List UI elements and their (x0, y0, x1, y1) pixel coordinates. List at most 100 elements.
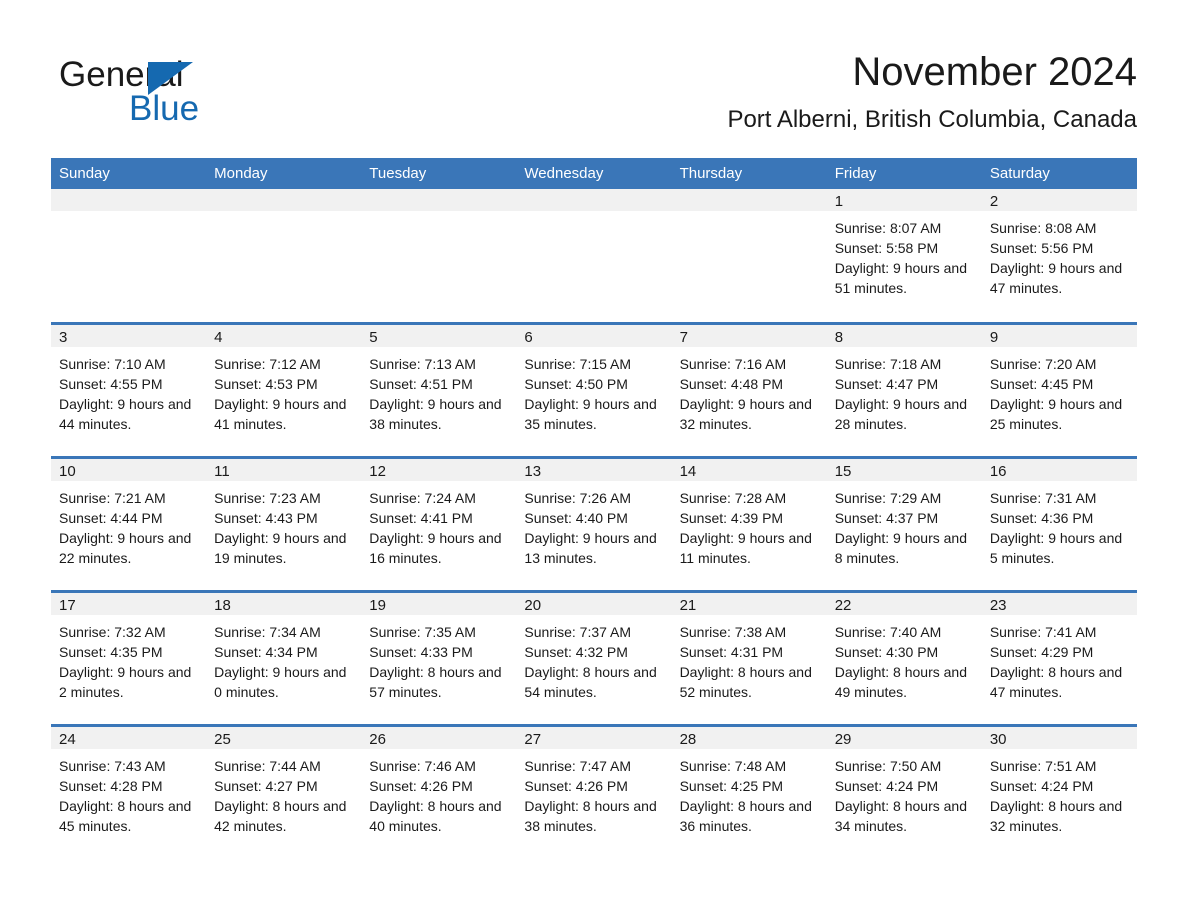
daylight-text: Daylight: 9 hours and 2 minutes. (59, 663, 192, 700)
daylight-text: Daylight: 8 hours and 32 minutes. (989, 797, 1123, 834)
weekday-header-sunday: Sunday (51, 158, 207, 189)
day-number: 20 (516, 592, 672, 615)
sunset-text: Sunset: 4:44 PM (59, 509, 163, 526)
day-number: 30 (981, 726, 1137, 749)
daylight-text: Daylight: 8 hours and 45 minutes. (59, 797, 192, 834)
weekday-header-wednesday: Wednesday (516, 158, 672, 189)
day-number: 2 (981, 189, 1137, 211)
day-cell[interactable]: 15 Sunrise: 7:29 AM Sunset: 4:37 PM Dayl… (826, 455, 982, 591)
day-cell[interactable]: 20 Sunrise: 7:37 AM Sunset: 4:32 PM Dayl… (516, 589, 672, 725)
day-cell[interactable]: 30 Sunrise: 7:51 AM Sunset: 4:24 PM Dayl… (981, 723, 1137, 859)
day-number: 29 (826, 726, 982, 749)
sunset-text: Sunset: 4:51 PM (369, 375, 473, 392)
day-number: 10 (51, 458, 207, 481)
day-cell[interactable]: 8 Sunrise: 7:18 AM Sunset: 4:47 PM Dayli… (826, 321, 982, 457)
daylight-text: Daylight: 9 hours and 41 minutes. (214, 395, 347, 432)
day-cell[interactable]: 29 Sunrise: 7:50 AM Sunset: 4:24 PM Dayl… (826, 723, 982, 859)
day-number: 9 (981, 324, 1137, 347)
day-cell[interactable]: 3 Sunrise: 7:10 AM Sunset: 4:55 PM Dayli… (51, 321, 207, 457)
logo-word-blue: Blue (129, 89, 200, 128)
calendar-week-row: 24 Sunrise: 7:43 AM Sunset: 4:28 PM Dayl… (51, 723, 1137, 859)
day-cell[interactable]: 13 Sunrise: 7:26 AM Sunset: 4:40 PM Dayl… (516, 455, 672, 591)
sunrise-text: Sunrise: 7:46 AM (369, 757, 476, 774)
sunrise-text: Sunrise: 7:43 AM (59, 757, 166, 774)
sunset-text: Sunset: 4:29 PM (989, 643, 1094, 660)
day-cell[interactable]: 14 Sunrise: 7:28 AM Sunset: 4:39 PM Dayl… (671, 455, 827, 591)
sunset-text: Sunset: 4:53 PM (214, 375, 318, 392)
day-cell[interactable]: 18 Sunrise: 7:34 AM Sunset: 4:34 PM Dayl… (206, 589, 362, 725)
day-cell[interactable]: 17 Sunrise: 7:32 AM Sunset: 4:35 PM Dayl… (51, 589, 207, 725)
day-number (206, 189, 362, 211)
sunrise-text: Sunrise: 7:31 AM (989, 489, 1097, 506)
sunrise-text: Sunrise: 7:47 AM (524, 757, 632, 774)
day-details: Sunrise: 7:31 AM Sunset: 4:36 PM Dayligh… (982, 481, 1137, 568)
day-number: 22 (826, 592, 982, 615)
day-number (361, 189, 517, 211)
day-cell[interactable]: 23 Sunrise: 7:41 AM Sunset: 4:29 PM Dayl… (981, 589, 1137, 725)
day-cell[interactable]: 4 Sunrise: 7:12 AM Sunset: 4:53 PM Dayli… (206, 321, 362, 457)
day-details: Sunrise: 7:13 AM Sunset: 4:51 PM Dayligh… (361, 347, 516, 434)
sunrise-text: Sunrise: 7:37 AM (524, 623, 632, 640)
day-cell[interactable]: 11 Sunrise: 7:23 AM Sunset: 4:43 PM Dayl… (206, 455, 362, 591)
calendar-week-row: 10 Sunrise: 7:21 AM Sunset: 4:44 PM Dayl… (51, 455, 1137, 591)
sunrise-text: Sunrise: 7:28 AM (679, 489, 787, 506)
sunset-text: Sunset: 4:31 PM (679, 643, 784, 660)
daylight-text: Daylight: 9 hours and 0 minutes. (214, 663, 347, 700)
day-number: 23 (981, 592, 1137, 615)
sunset-text: Sunset: 5:58 PM (834, 240, 939, 256)
day-cell[interactable]: 12 Sunrise: 7:24 AM Sunset: 4:41 PM Dayl… (361, 455, 517, 591)
sunrise-text: Sunrise: 7:23 AM (214, 489, 321, 506)
sunrise-text: Sunrise: 7:13 AM (369, 355, 476, 372)
day-details: Sunrise: 7:12 AM Sunset: 4:53 PM Dayligh… (206, 347, 361, 434)
day-cell[interactable]: 21 Sunrise: 7:38 AM Sunset: 4:31 PM Dayl… (671, 589, 827, 725)
daylight-text: Daylight: 9 hours and 25 minutes. (989, 395, 1123, 432)
sunrise-text: Sunrise: 7:50 AM (834, 757, 942, 774)
sunrise-text: Sunrise: 7:51 AM (989, 757, 1097, 774)
daylight-text: Daylight: 8 hours and 57 minutes. (369, 663, 502, 700)
page-subtitle: Port Alberni, British Columbia, Canada (727, 106, 1137, 133)
day-cell[interactable]: 22 Sunrise: 7:40 AM Sunset: 4:30 PM Dayl… (826, 589, 982, 725)
day-number: 5 (361, 324, 517, 347)
daylight-text: Daylight: 8 hours and 52 minutes. (679, 663, 812, 700)
day-cell[interactable]: 9 Sunrise: 7:20 AM Sunset: 4:45 PM Dayli… (981, 321, 1137, 457)
day-cell[interactable]: 28 Sunrise: 7:48 AM Sunset: 4:25 PM Dayl… (671, 723, 827, 859)
day-details: Sunrise: 7:37 AM Sunset: 4:32 PM Dayligh… (516, 615, 671, 702)
sunset-text: Sunset: 4:24 PM (834, 777, 939, 794)
daylight-text: Daylight: 9 hours and 5 minutes. (989, 529, 1123, 566)
day-number (51, 189, 207, 211)
weekday-header-tuesday: Tuesday (361, 158, 517, 189)
day-cell[interactable]: 25 Sunrise: 7:44 AM Sunset: 4:27 PM Dayl… (206, 723, 362, 859)
day-cell[interactable]: 10 Sunrise: 7:21 AM Sunset: 4:44 PM Dayl… (51, 455, 207, 591)
day-cell[interactable]: 24 Sunrise: 7:43 AM Sunset: 4:28 PM Dayl… (51, 723, 207, 859)
daylight-text: Daylight: 8 hours and 34 minutes. (834, 797, 968, 834)
sunset-text: Sunset: 4:35 PM (59, 643, 163, 660)
day-number: 6 (516, 324, 672, 347)
day-cell[interactable]: 2 Sunrise: 8:08 AM Sunset: 5:56 PM Dayli… (981, 189, 1137, 323)
day-details: Sunrise: 7:32 AM Sunset: 4:35 PM Dayligh… (51, 615, 206, 702)
sunrise-text: Sunrise: 7:34 AM (214, 623, 321, 640)
day-cell[interactable]: 26 Sunrise: 7:46 AM Sunset: 4:26 PM Dayl… (361, 723, 517, 859)
sunrise-text: Sunrise: 7:21 AM (59, 489, 166, 506)
day-cell[interactable]: 5 Sunrise: 7:13 AM Sunset: 4:51 PM Dayli… (361, 321, 517, 457)
day-cell[interactable]: 1 Sunrise: 8:07 AM Sunset: 5:58 PM Dayli… (826, 189, 982, 323)
sunset-text: Sunset: 4:40 PM (524, 509, 628, 526)
generalblue-logo[interactable]: General Blue (59, 55, 319, 130)
day-details: Sunrise: 7:26 AM Sunset: 4:40 PM Dayligh… (516, 481, 671, 568)
page-header: General Blue November 2024 Port Alberni,… (0, 0, 1188, 158)
day-cell[interactable]: 27 Sunrise: 7:47 AM Sunset: 4:26 PM Dayl… (516, 723, 672, 859)
sunrise-text: Sunrise: 7:29 AM (834, 489, 942, 506)
sunrise-text: Sunrise: 7:32 AM (59, 623, 166, 640)
day-details: Sunrise: 7:43 AM Sunset: 4:28 PM Dayligh… (51, 749, 206, 836)
day-details: Sunrise: 7:28 AM Sunset: 4:39 PM Dayligh… (672, 481, 827, 568)
day-cell[interactable]: 6 Sunrise: 7:15 AM Sunset: 4:50 PM Dayli… (516, 321, 672, 457)
day-details: Sunrise: 7:35 AM Sunset: 4:33 PM Dayligh… (361, 615, 516, 702)
day-cell-empty (671, 189, 827, 323)
daylight-text: Daylight: 9 hours and 8 minutes. (834, 529, 968, 566)
day-cell[interactable]: 16 Sunrise: 7:31 AM Sunset: 4:36 PM Dayl… (981, 455, 1137, 591)
calendar-header-row: Sunday Monday Tuesday Wednesday Thursday… (51, 158, 1137, 189)
day-details: Sunrise: 7:24 AM Sunset: 4:41 PM Dayligh… (361, 481, 516, 568)
day-details: Sunrise: 7:47 AM Sunset: 4:26 PM Dayligh… (516, 749, 671, 836)
calendar-page: General Blue November 2024 Port Alberni,… (0, 0, 1188, 918)
day-cell[interactable]: 19 Sunrise: 7:35 AM Sunset: 4:33 PM Dayl… (361, 589, 517, 725)
day-cell[interactable]: 7 Sunrise: 7:16 AM Sunset: 4:48 PM Dayli… (671, 321, 827, 457)
